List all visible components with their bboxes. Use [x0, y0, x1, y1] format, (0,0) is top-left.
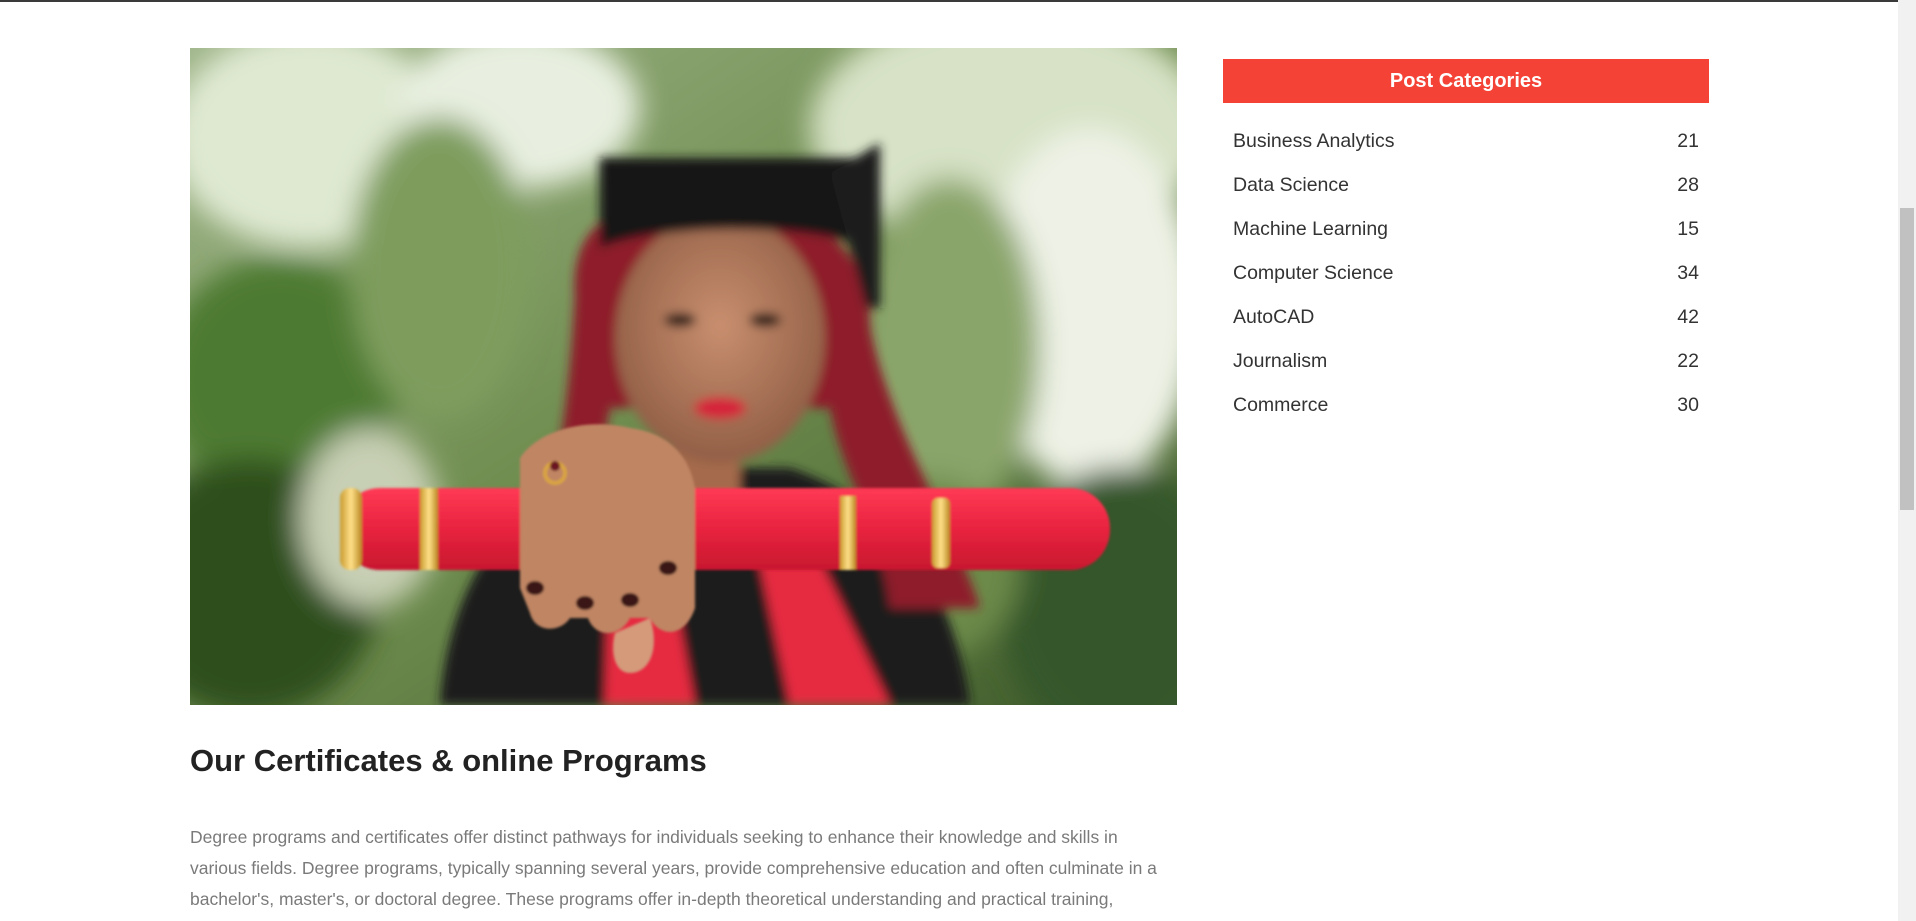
category-label[interactable]: Commerce: [1233, 383, 1328, 427]
category-count: 30: [1677, 394, 1699, 416]
category-count: 15: [1677, 218, 1699, 240]
category-business-analytics[interactable]: Business Analytics 21: [1223, 119, 1709, 163]
graduate-photo: [190, 48, 1177, 705]
category-count: 34: [1677, 262, 1699, 284]
category-list: Business Analytics 21 Data Science 28 Ma…: [1223, 119, 1709, 427]
post-body-text: Degree programs and certificates offer d…: [190, 827, 1157, 909]
vertical-scrollbar[interactable]: [1898, 0, 1916, 921]
category-machine-learning[interactable]: Machine Learning 15: [1223, 207, 1709, 251]
category-computer-science[interactable]: Computer Science 34: [1223, 251, 1709, 295]
post-title: Our Certificates & online Programs: [190, 743, 707, 778]
category-data-science[interactable]: Data Science 28: [1223, 163, 1709, 207]
category-label[interactable]: Machine Learning: [1233, 207, 1388, 251]
page: Our Certificates & online Programs Degre…: [0, 0, 1898, 921]
category-count: 28: [1677, 174, 1699, 196]
featured-image: [190, 48, 1177, 705]
scrollbar-thumb[interactable]: [1900, 208, 1914, 510]
category-count: 42: [1677, 306, 1699, 328]
category-label[interactable]: Computer Science: [1233, 251, 1393, 295]
category-autocad[interactable]: AutoCAD 42: [1223, 295, 1709, 339]
category-commerce[interactable]: Commerce 30: [1223, 383, 1709, 427]
category-label[interactable]: Business Analytics: [1233, 119, 1395, 163]
category-count: 22: [1677, 350, 1699, 372]
category-journalism[interactable]: Journalism 22: [1223, 339, 1709, 383]
sidebar-categories-widget: Post Categories Business Analytics 21 Da…: [1223, 59, 1709, 427]
category-label[interactable]: Journalism: [1233, 339, 1327, 383]
widget-header: Post Categories: [1223, 59, 1709, 103]
category-count: 21: [1677, 130, 1699, 152]
category-label[interactable]: Data Science: [1233, 163, 1349, 207]
category-label[interactable]: AutoCAD: [1233, 295, 1314, 339]
